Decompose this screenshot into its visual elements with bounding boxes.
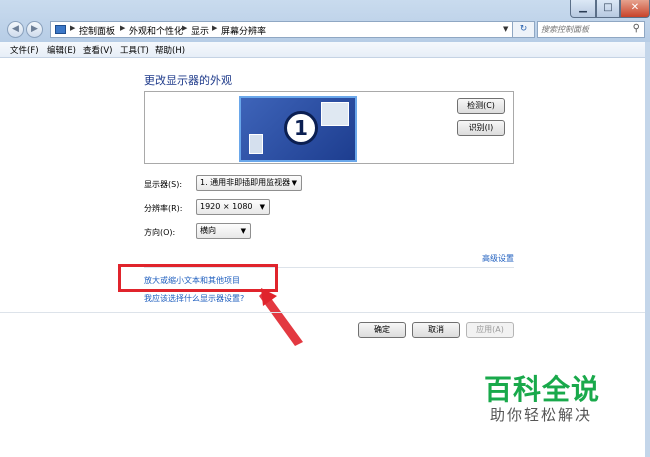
breadcrumb-separator-icon: ▶	[120, 24, 126, 32]
menu-edit[interactable]: 编辑(E)	[47, 44, 76, 56]
breadcrumb-separator-icon: ▶	[182, 24, 188, 32]
address-bar[interactable]: ▶ 控制面板 ▶ 外观和个性化 ▶ 显示 ▶ 屏幕分辨率 ▼	[50, 21, 513, 38]
divider	[0, 312, 645, 313]
menu-file[interactable]: 文件(F)	[10, 44, 39, 56]
refresh-button[interactable]: ↻	[513, 21, 535, 38]
chevron-down-icon: ▼	[291, 179, 297, 187]
watermark-subtitle: 助你轻松解决	[490, 406, 593, 424]
watermark-title: 百科全说	[484, 373, 601, 406]
chevron-down-icon: ▼	[259, 203, 265, 211]
identify-button[interactable]: 识别(I)	[457, 120, 505, 136]
search-box[interactable]: ⚲	[537, 21, 645, 38]
breadcrumb-separator-icon: ▶	[70, 24, 76, 32]
breadcrumb-control-panel[interactable]: 控制面板	[79, 24, 115, 37]
back-button[interactable]: ◀	[7, 21, 24, 38]
maximize-button[interactable]: □	[596, 0, 620, 18]
resolution-select[interactable]: 1920 × 1080 ▼	[196, 199, 270, 215]
display-label: 显示器(S):	[144, 180, 183, 189]
window-thumbnail	[321, 102, 349, 126]
which-display-settings-link[interactable]: 我应该选择什么显示器设置?	[144, 293, 244, 304]
minimize-button[interactable]: ▁	[570, 0, 596, 18]
title-bar: ▁ □ ✕ ◀ ▶ ▶ 控制面板 ▶ 外观和个性化 ▶ 显示 ▶ 屏幕分辨率 ▼…	[0, 0, 650, 42]
display-value: 1. 通用非即插即用监视器	[200, 178, 291, 187]
control-panel-icon	[55, 25, 66, 34]
orientation-value: 横向	[200, 226, 216, 235]
close-button[interactable]: ✕	[620, 0, 650, 18]
monitor-number: 1	[284, 111, 318, 145]
monitor-1[interactable]: 1	[239, 96, 357, 162]
window-border	[645, 42, 650, 457]
orientation-select[interactable]: 横向 ▼	[196, 223, 251, 239]
breadcrumb-screen-resolution[interactable]: 屏幕分辨率	[221, 24, 266, 37]
menu-bar: 文件(F) 编辑(E) 查看(V) 工具(T) 帮助(H)	[0, 42, 650, 58]
resolution-value: 1920 × 1080	[200, 202, 253, 211]
search-input[interactable]	[541, 23, 625, 36]
apply-button[interactable]: 应用(A)	[466, 322, 514, 338]
menu-view[interactable]: 查看(V)	[83, 44, 112, 56]
resolution-label: 分辨率(R):	[144, 204, 183, 213]
display-select[interactable]: 1. 通用非即插即用监视器 ▼	[196, 175, 302, 191]
forward-button[interactable]: ▶	[26, 21, 43, 38]
monitor-preview: 1 检测(C) 识别(I)	[144, 91, 514, 164]
breadcrumb-appearance[interactable]: 外观和个性化	[129, 24, 183, 37]
breadcrumb-separator-icon: ▶	[212, 24, 218, 32]
orientation-label: 方向(O):	[144, 228, 176, 237]
breadcrumb-display[interactable]: 显示	[191, 24, 209, 37]
window: ▁ □ ✕ ◀ ▶ ▶ 控制面板 ▶ 外观和个性化 ▶ 显示 ▶ 屏幕分辨率 ▼…	[0, 0, 650, 457]
search-icon[interactable]: ⚲	[633, 23, 640, 34]
ok-button[interactable]: 确定	[358, 322, 406, 338]
page-title: 更改显示器的外观	[144, 74, 232, 87]
annotation-highlight-box	[118, 264, 278, 292]
cancel-button[interactable]: 取消	[412, 322, 460, 338]
menu-help[interactable]: 帮助(H)	[155, 44, 185, 56]
address-dropdown-icon[interactable]: ▼	[503, 25, 508, 33]
menu-tools[interactable]: 工具(T)	[120, 44, 149, 56]
advanced-settings-link[interactable]: 高级设置	[482, 253, 514, 264]
annotation-arrow-icon	[259, 288, 303, 346]
chevron-down-icon: ▼	[240, 227, 246, 235]
window-thumbnail	[249, 134, 263, 154]
detect-button[interactable]: 检测(C)	[457, 98, 505, 114]
